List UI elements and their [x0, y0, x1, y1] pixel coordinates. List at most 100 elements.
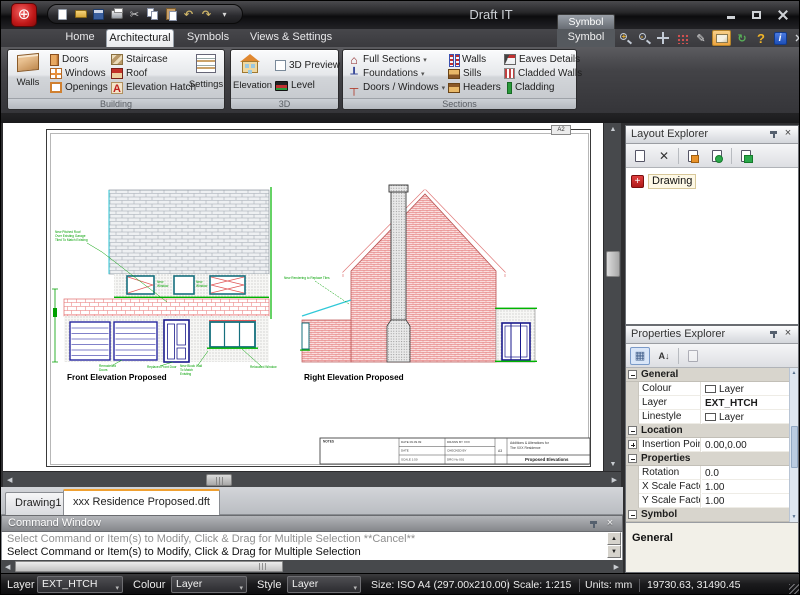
- doc-tab-drawing1[interactable]: Drawing1: [5, 492, 71, 515]
- zoom-out-button[interactable]: -: [636, 31, 652, 46]
- pin-icon[interactable]: [589, 520, 598, 529]
- print-button[interactable]: [108, 5, 125, 23]
- doors-button[interactable]: Doors: [50, 53, 89, 66]
- category-properties[interactable]: Properties: [626, 452, 789, 466]
- command-history[interactable]: Select Command or Item(s) to Modify, Cli…: [1, 532, 623, 560]
- horizontal-scroll-thumb[interactable]: [206, 474, 232, 486]
- property-row-rotation[interactable]: Rotation0.0: [626, 466, 789, 480]
- application-menu-button[interactable]: ⊕: [11, 3, 37, 27]
- tab-symbols[interactable]: Symbols: [180, 29, 236, 47]
- new-layout-button[interactable]: [630, 147, 650, 165]
- roof-button[interactable]: Roof: [111, 67, 147, 80]
- maximize-button[interactable]: [748, 8, 765, 21]
- section-walls-button[interactable]: Walls: [448, 53, 486, 66]
- property-row-insertion-point[interactable]: Insertion Point0.00,0.00: [626, 438, 789, 452]
- new-button[interactable]: [54, 5, 71, 23]
- close-panel-icon[interactable]: ×: [605, 519, 615, 529]
- property-grid-scrollbar[interactable]: ▲ ▼: [789, 368, 798, 522]
- scroll-down-icon[interactable]: ▼: [790, 514, 798, 520]
- info-button[interactable]: i: [772, 31, 788, 46]
- close-panel-icon[interactable]: ×: [783, 129, 793, 139]
- close-button[interactable]: [774, 8, 791, 21]
- sketch-button[interactable]: ✎: [693, 31, 709, 46]
- canvas-vertical-scrollbar[interactable]: ▲ ▼: [603, 123, 621, 471]
- tab-architectural[interactable]: Architectural: [106, 29, 174, 47]
- redo-button[interactable]: ↷: [198, 5, 215, 23]
- level-button[interactable]: Level: [275, 79, 315, 92]
- scroll-up-icon[interactable]: ▲: [790, 370, 798, 376]
- property-row-layer[interactable]: LayerEXT_HTCH: [626, 396, 789, 410]
- cladded-walls-button[interactable]: Cladded Walls: [504, 67, 582, 80]
- open-button[interactable]: [72, 5, 89, 23]
- refresh-button[interactable]: ↻: [734, 31, 750, 46]
- close-symbol-button[interactable]: [791, 31, 800, 46]
- close-panel-icon[interactable]: ×: [783, 329, 793, 339]
- grid-snap-button[interactable]: [674, 31, 690, 46]
- style-dropdown[interactable]: Layer▾: [287, 576, 361, 593]
- scroll-left-icon[interactable]: ◀: [5, 563, 10, 571]
- canvas-horizontal-scrollbar[interactable]: ◀ ▶: [3, 471, 621, 487]
- qat-customize-button[interactable]: ▾: [216, 5, 233, 23]
- property-row-linestyle[interactable]: LinestyleLayer: [626, 410, 789, 424]
- property-row-xscale[interactable]: X Scale Factor1.00: [626, 480, 789, 494]
- category-location[interactable]: Location: [626, 424, 789, 438]
- property-pages-button[interactable]: [683, 347, 703, 365]
- scroll-right-icon[interactable]: ▶: [614, 563, 619, 571]
- tab-views-settings[interactable]: Views & Settings: [242, 29, 340, 47]
- scroll-down-icon[interactable]: ▼: [604, 461, 622, 468]
- resize-grip[interactable]: [789, 584, 799, 594]
- staircase-button[interactable]: Staircase: [111, 53, 168, 66]
- minimize-button[interactable]: [722, 8, 739, 21]
- command-scroll-up-button[interactable]: ▲: [607, 532, 621, 545]
- openings-button[interactable]: Openings: [50, 81, 108, 94]
- zoom-in-button[interactable]: +: [617, 31, 633, 46]
- 3d-preview-checkbox[interactable]: 3D Preview: [275, 59, 340, 72]
- grid-scroll-thumb[interactable]: [791, 426, 798, 468]
- symbol-editor-button-active[interactable]: [712, 30, 731, 46]
- drawing-canvas[interactable]: A2: [3, 123, 603, 471]
- copy-button[interactable]: [144, 5, 161, 23]
- import-layout-button[interactable]: [683, 147, 703, 165]
- sills-button[interactable]: Sills: [448, 67, 481, 80]
- scroll-right-icon[interactable]: ▶: [612, 476, 617, 484]
- full-sections-button[interactable]: ⌂ Full Sections ▾: [348, 53, 427, 66]
- scroll-left-icon[interactable]: ◀: [7, 476, 12, 484]
- insert-layout-button[interactable]: [736, 147, 756, 165]
- doc-tab-residence[interactable]: xxx Residence Proposed.dft: [63, 489, 220, 515]
- expand-icon[interactable]: [628, 440, 637, 449]
- collapse-icon[interactable]: [628, 454, 637, 463]
- elevation-hatch-button[interactable]: A Elevation Hatch: [111, 81, 196, 94]
- update-layout-button[interactable]: [707, 147, 727, 165]
- save-button[interactable]: [90, 5, 107, 23]
- delete-layout-button[interactable]: ✕: [654, 147, 674, 165]
- eaves-details-button[interactable]: Eaves Details: [504, 53, 580, 66]
- category-symbol[interactable]: Symbol: [626, 508, 789, 522]
- command-scroll-down-button[interactable]: ▼: [607, 545, 621, 558]
- contextual-tab-symbol[interactable]: Symbol: [557, 29, 615, 47]
- scroll-up-icon[interactable]: ▲: [604, 126, 622, 133]
- settings-button[interactable]: Settings: [188, 52, 224, 99]
- property-row-yscale[interactable]: Y Scale Factor1.00: [626, 494, 789, 508]
- category-general[interactable]: General: [626, 368, 789, 382]
- command-horizontal-scrollbar[interactable]: ◀ ▶: [1, 560, 623, 573]
- elevation-button[interactable]: Elevation: [233, 52, 269, 99]
- headers-button[interactable]: Headers: [448, 81, 501, 94]
- cladding-button[interactable]: Cladding: [504, 81, 554, 94]
- property-row-colour[interactable]: ColourLayer: [626, 382, 789, 396]
- tab-home[interactable]: Home: [55, 29, 105, 47]
- categorized-view-button[interactable]: ▦: [630, 347, 650, 365]
- pin-icon[interactable]: [769, 130, 778, 139]
- collapse-icon[interactable]: [628, 370, 637, 379]
- collapse-icon[interactable]: [628, 426, 637, 435]
- command-scroll-thumb[interactable]: [15, 561, 283, 572]
- layer-dropdown[interactable]: EXT_HTCH▾: [37, 576, 123, 593]
- colour-dropdown[interactable]: Layer▾: [171, 576, 247, 593]
- sort-alphabetical-button[interactable]: A↓: [654, 347, 674, 365]
- paste-button[interactable]: [162, 5, 179, 23]
- doors-windows-sections-button[interactable]: ┬ Doors / Windows ▾: [348, 81, 445, 94]
- help-button[interactable]: ?: [753, 31, 769, 46]
- windows-button[interactable]: Windows: [50, 67, 106, 80]
- layout-item-drawing[interactable]: + Drawing: [631, 174, 696, 189]
- collapse-icon[interactable]: [628, 510, 637, 519]
- pin-icon[interactable]: [769, 330, 778, 339]
